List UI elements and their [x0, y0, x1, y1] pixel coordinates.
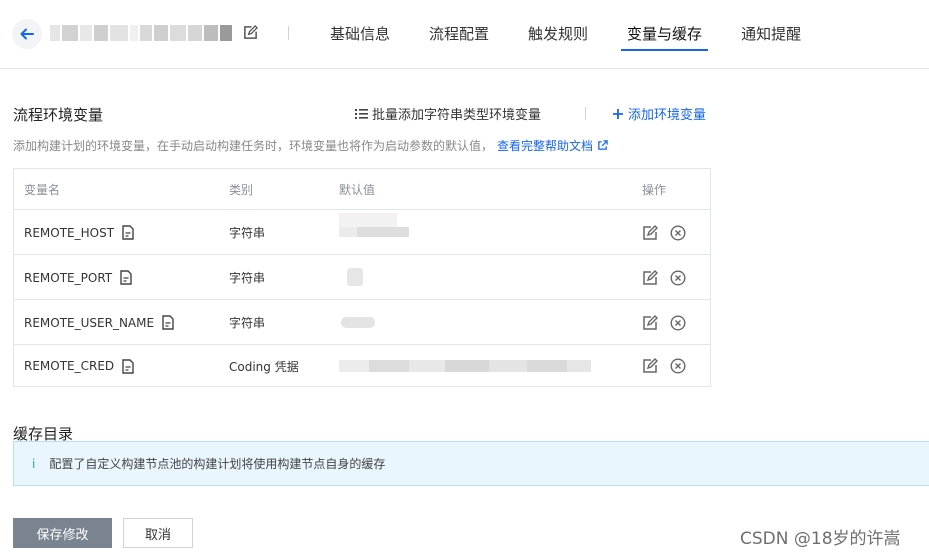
column-header-default: 默认值: [339, 182, 376, 197]
default-value-obscured: [339, 345, 594, 387]
document-icon: [162, 315, 174, 330]
delete-icon[interactable]: [670, 358, 686, 374]
default-value-obscured: [339, 210, 414, 255]
document-icon: [122, 225, 134, 240]
column-header-actions: 操作: [642, 182, 667, 197]
batch-add-label: 批量添加字符串类型环境变量: [372, 108, 542, 123]
edit-icon[interactable]: [642, 314, 658, 331]
env-variables-table: 变量名 类别 默认值 操作 REMOTE_HOST 字符串 REMOTE_POR…: [13, 168, 711, 387]
delete-icon[interactable]: [670, 224, 686, 241]
env-description-text: 添加构建计划的环境变量，在手动启动构建任务时，环境变量也将作为启动参数的默认值，: [13, 139, 494, 153]
edit-name-icon[interactable]: [243, 25, 258, 40]
back-button[interactable]: [12, 19, 42, 49]
variable-name: REMOTE_USER_NAME: [24, 315, 155, 330]
tab-trigger-rules[interactable]: 触发规则: [528, 0, 588, 68]
edit-icon[interactable]: [642, 224, 658, 241]
table-row: REMOTE_HOST 字符串: [14, 209, 710, 255]
info-icon: i: [32, 456, 36, 471]
delete-icon[interactable]: [670, 269, 686, 286]
top-bar: 基础信息 流程配置 触发规则 变量与缓存 通知提醒: [0, 0, 929, 69]
variable-name: REMOTE_PORT: [24, 270, 113, 285]
column-header-name: 变量名: [24, 182, 61, 197]
variable-type: Coding 凭据: [229, 359, 299, 374]
external-link-icon: [598, 140, 608, 150]
arrow-left-icon: [20, 28, 34, 40]
edit-icon[interactable]: [642, 358, 658, 374]
document-icon: [122, 358, 134, 374]
variable-type: 字符串: [229, 271, 266, 285]
tab-flow-config[interactable]: 流程配置: [429, 0, 489, 68]
variable-type: 字符串: [229, 316, 266, 330]
divider: [585, 107, 586, 120]
cache-info-alert: i 配置了自定义构建节点池的构建计划将使用构建节点自身的缓存: [13, 441, 929, 486]
default-value-obscured: [339, 300, 379, 345]
help-doc-link[interactable]: 查看完整帮助文档: [497, 137, 608, 154]
table-row: REMOTE_USER_NAME 字符串: [14, 299, 710, 345]
tab-basic-info[interactable]: 基础信息: [330, 0, 390, 68]
variable-type: 字符串: [229, 226, 266, 240]
env-description: 添加构建计划的环境变量，在手动启动构建任务时，环境变量也将作为启动参数的默认值，…: [13, 137, 608, 154]
table-row: REMOTE_PORT 字符串: [14, 254, 710, 300]
tab-bar: 基础信息 流程配置 触发规则 变量与缓存 通知提醒: [330, 0, 801, 68]
column-header-type: 类别: [229, 182, 254, 197]
tab-variables-cache[interactable]: 变量与缓存: [621, 0, 709, 68]
add-env-variable-label: 添加环境变量: [628, 108, 707, 123]
default-value-obscured: [339, 255, 369, 300]
cancel-button[interactable]: 取消: [123, 518, 193, 548]
table-header: 变量名 类别 默认值 操作: [14, 169, 710, 209]
watermark: CSDN @18岁的许嵩: [740, 529, 901, 549]
add-env-variable-button[interactable]: 添加环境变量: [612, 104, 706, 123]
list-icon: [355, 108, 368, 119]
variable-name: REMOTE_CRED: [24, 359, 115, 373]
env-section-title: 流程环境变量: [13, 106, 104, 124]
document-icon: [120, 270, 132, 285]
variable-name: REMOTE_HOST: [24, 225, 115, 240]
save-button[interactable]: 保存修改: [13, 518, 112, 548]
tab-notifications[interactable]: 通知提醒: [741, 0, 801, 68]
cache-info-text: 配置了自定义构建节点池的构建计划将使用构建节点自身的缓存: [49, 457, 386, 471]
delete-icon[interactable]: [670, 314, 686, 331]
batch-add-button[interactable]: 批量添加字符串类型环境变量: [355, 104, 541, 123]
help-doc-link-label: 查看完整帮助文档: [497, 139, 594, 153]
table-row: REMOTE_CRED Coding 凭据: [14, 344, 710, 387]
divider: [288, 26, 289, 40]
edit-icon[interactable]: [642, 269, 658, 286]
plus-icon: [613, 108, 623, 119]
project-name-obscured: [50, 25, 232, 41]
